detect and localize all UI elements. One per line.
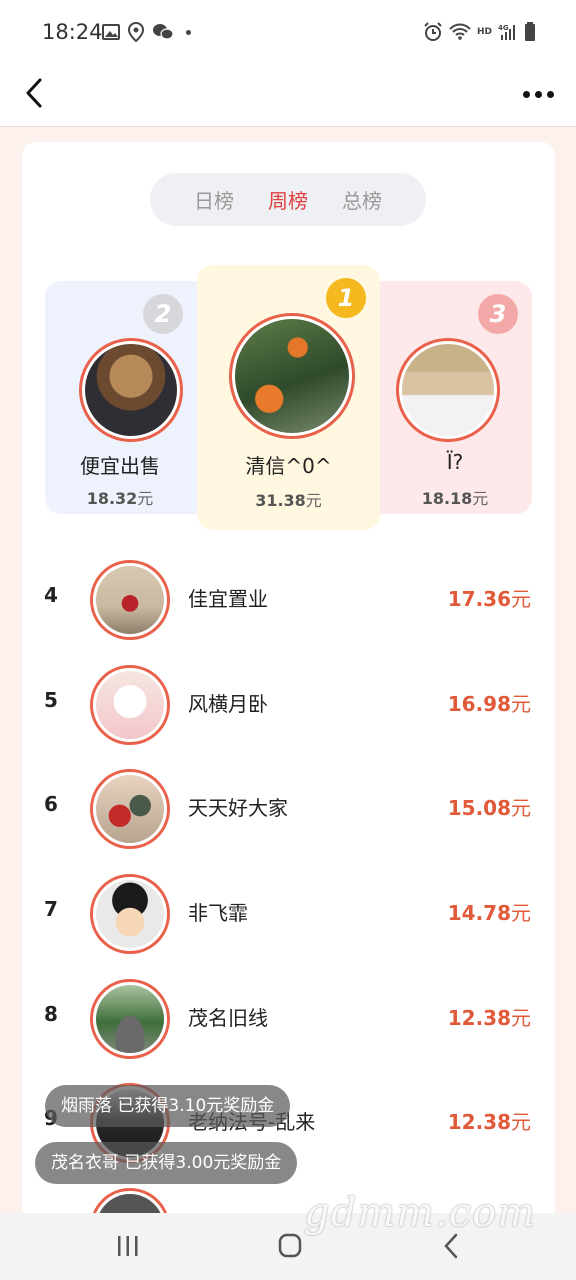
ranking-row[interactable]: 5 风横月卧 16.98元 (22, 660, 555, 750)
rank-number: 6 (44, 792, 58, 816)
rank-name: 佳宜置业 (188, 587, 268, 611)
ranking-row[interactable]: 8 茂名旧线 12.38元 (22, 974, 555, 1064)
back-arrow-icon (26, 78, 42, 108)
podium-amount: 18.32元 (86, 489, 154, 508)
podium-amount: 31.38元 (255, 491, 322, 510)
location-icon (128, 22, 144, 42)
back-button[interactable] (14, 70, 54, 116)
podium-name: Ï? (446, 450, 464, 474)
more-dot-icon (546, 90, 554, 98)
rank-number: 7 (44, 897, 58, 921)
rank-name: 风横月卧 (188, 692, 268, 716)
rank-number: 4 (44, 583, 58, 607)
rank-1-badge-icon: 1 (326, 278, 366, 318)
avatar[interactable] (79, 338, 183, 442)
avatar[interactable] (396, 338, 500, 442)
wifi-icon (449, 23, 471, 40)
wechat-icon (153, 24, 174, 40)
reward-toast: 茂名衣哥 已获得3.00元奖励金 (35, 1142, 298, 1184)
more-dot-icon (522, 90, 530, 98)
more-options-button[interactable] (518, 76, 558, 112)
podium-amount: 18.18元 (421, 489, 489, 508)
ranking-row[interactable]: 6 天天好大家 15.08元 (22, 764, 555, 854)
avatar[interactable] (90, 560, 170, 640)
gallery-icon (102, 24, 120, 40)
alarm-icon (424, 22, 442, 41)
rank-number: 8 (44, 1002, 58, 1026)
rank-amount: 12.38元 (447, 1110, 531, 1134)
reward-toast: 烟雨落 已获得3.10元奖励金 (45, 1085, 291, 1127)
avatar[interactable] (90, 979, 170, 1059)
avatar[interactable] (229, 313, 355, 439)
rank-name: 非飞霏 (188, 901, 248, 925)
rank-amount: 12.38元 (447, 1006, 531, 1030)
hd-icon: HD (476, 27, 492, 37)
status-bar: 18:24 HD 4G (0, 0, 576, 66)
rank-amount: 16.98元 (447, 692, 531, 716)
rank-name: 天天好大家 (188, 796, 288, 820)
rank-amount: 17.36元 (447, 587, 531, 611)
battery-icon (525, 22, 535, 41)
status-left-icons (102, 22, 191, 42)
signal-4g-icon: 4G (498, 24, 515, 40)
tab-total[interactable]: 总榜 (342, 185, 382, 214)
recent-apps-button[interactable] (108, 1231, 148, 1261)
svg-text:4G: 4G (498, 24, 509, 32)
notification-dot-icon (186, 29, 191, 35)
podium-name: 清信^0^ (245, 454, 332, 478)
tab-weekly[interactable]: 周榜 (268, 185, 308, 214)
avatar[interactable] (90, 769, 170, 849)
rank-amount: 14.78元 (447, 901, 531, 925)
rank-3-badge-icon: 3 (478, 294, 518, 334)
rank-2-badge-icon: 2 (143, 294, 183, 334)
rank-amount: 15.08元 (447, 796, 531, 820)
app-bar (0, 66, 576, 127)
watermark: gdmm.com (304, 1190, 537, 1236)
status-right-icons: HD 4G (423, 22, 536, 42)
more-dot-icon (534, 90, 542, 98)
rank-name: 茂名旧线 (188, 1006, 268, 1030)
rank-number: 5 (44, 688, 58, 712)
avatar[interactable] (90, 874, 170, 954)
period-tabs: 日榜 周榜 总榜 (150, 173, 426, 226)
ranking-row[interactable]: 7 非飞霏 14.78元 (22, 869, 555, 959)
status-time: 18:24 (42, 20, 103, 44)
podium-name: 便宜出售 (80, 454, 160, 478)
tab-daily[interactable]: 日榜 (194, 185, 234, 214)
avatar[interactable] (90, 665, 170, 745)
ranking-row[interactable]: 4 佳宜置业 17.36元 (22, 555, 555, 645)
recent-apps-icon (118, 1236, 138, 1256)
